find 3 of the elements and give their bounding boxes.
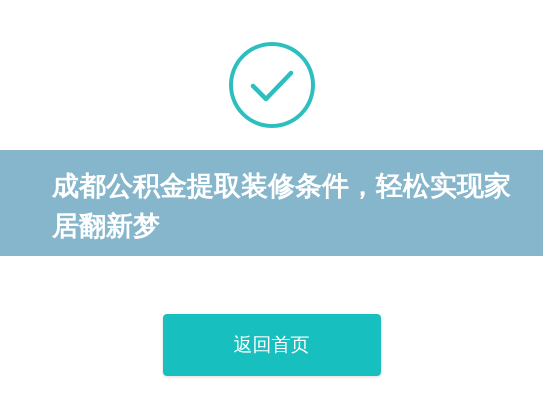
banner-title: 成都公积金提取装修条件，轻松实现家居翻新梦 [0,150,543,256]
home-button[interactable]: 返回首页 [162,314,380,376]
check-circle-icon [226,40,316,130]
